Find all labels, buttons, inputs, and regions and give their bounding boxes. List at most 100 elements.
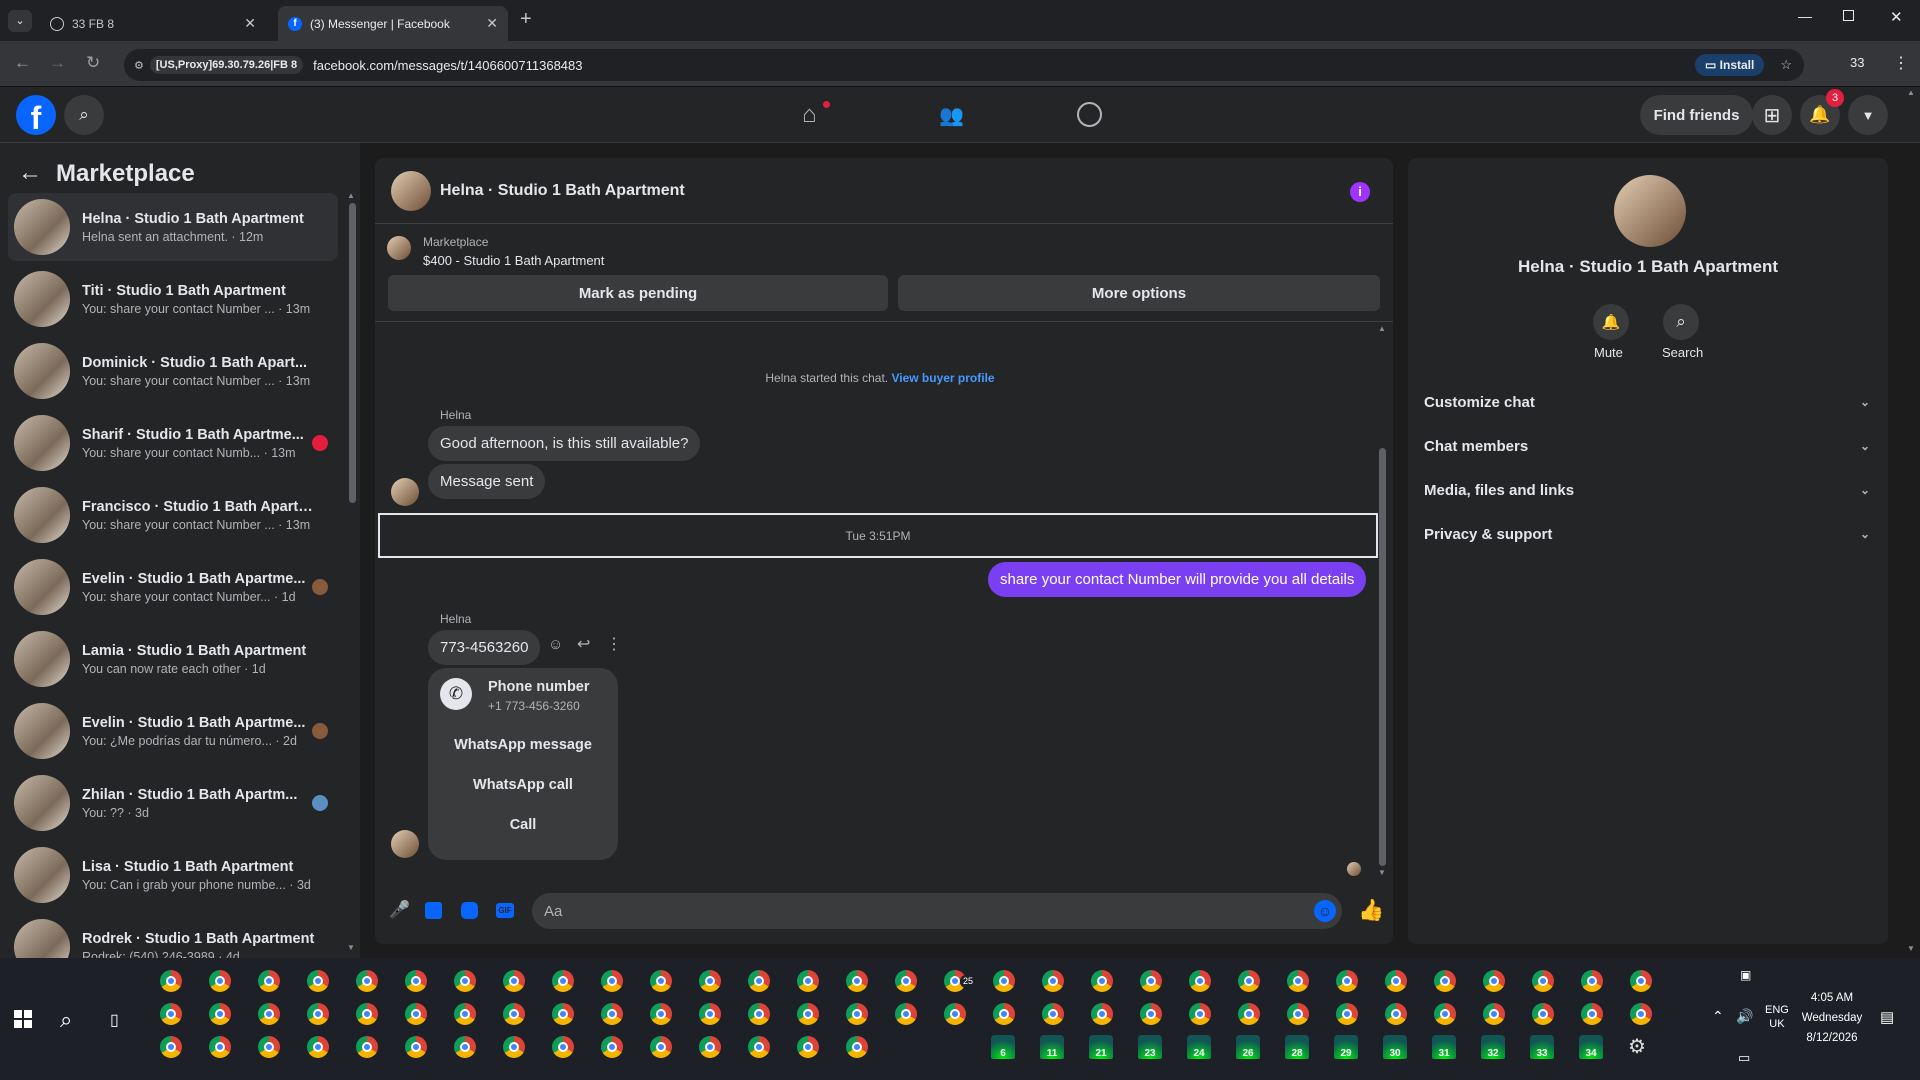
chrome-profile-icon[interactable]: [356, 1036, 378, 1058]
language-indicator[interactable]: ENG UK: [1765, 1003, 1789, 1031]
conversation-item[interactable]: Titi · Studio 1 Bath Apartment You: share…: [8, 265, 338, 333]
url-bar[interactable]: ⚙ [US,Proxy]69.30.79.26|FB 8 facebook.co…: [124, 49, 1804, 81]
meet-now-icon[interactable]: ▣: [1740, 968, 1751, 982]
forward-icon[interactable]: →: [49, 53, 66, 73]
chrome-profile-icon[interactable]: [1140, 1003, 1162, 1025]
clock[interactable]: 4:05 AM Wednesday 8/12/2026: [1792, 988, 1872, 1048]
chrome-profile-icon[interactable]: [993, 970, 1015, 992]
chrome-profile-icon[interactable]: [797, 1036, 819, 1058]
chrome-profile-icon[interactable]: [160, 1003, 182, 1025]
chrome-profile-icon[interactable]: [846, 970, 868, 992]
sidebar-scrollbar[interactable]: [349, 203, 356, 503]
back-icon[interactable]: ←: [14, 53, 31, 73]
browser-menu-icon[interactable]: ⋮: [1893, 53, 1909, 73]
chrome-profile-icon[interactable]: [748, 1036, 770, 1058]
numbered-profile-tile[interactable]: 28: [1285, 1035, 1309, 1059]
scroll-down-arrow[interactable]: ▼: [347, 943, 355, 952]
chrome-profile-icon[interactable]: [209, 1003, 231, 1025]
conversation-item[interactable]: Evelin · Studio 1 Bath Apartme... You: sh…: [8, 553, 338, 621]
photo-icon[interactable]: [425, 902, 442, 919]
chrome-profile-icon[interactable]: [503, 970, 525, 992]
reply-icon[interactable]: ↩: [577, 634, 590, 654]
numbered-profile-tile[interactable]: 32: [1481, 1035, 1505, 1059]
info-icon[interactable]: i: [1350, 182, 1370, 202]
chrome-profile-icon[interactable]: [797, 1003, 819, 1025]
chat-members-section[interactable]: Chat members ⌄: [1424, 424, 1870, 468]
account-chevron-icon[interactable]: ▼: [1848, 95, 1888, 135]
numbered-profile-tile[interactable]: 26: [1236, 1035, 1260, 1059]
close-window-button[interactable]: ✕: [1890, 8, 1903, 26]
chrome-profile-icon[interactable]: [1140, 970, 1162, 992]
chat-scrollbar[interactable]: [1379, 448, 1386, 866]
chrome-profile-icon[interactable]: [699, 1003, 721, 1025]
chrome-profile-icon[interactable]: [307, 1036, 329, 1058]
sticker-icon[interactable]: [461, 902, 478, 919]
apps-grid-icon[interactable]: ⊞: [1752, 95, 1792, 135]
chrome-profile-icon[interactable]: [895, 970, 917, 992]
more-actions-icon[interactable]: ⋮: [606, 634, 622, 654]
chrome-profile-icon[interactable]: [307, 1003, 329, 1025]
close-icon[interactable]: ✕: [486, 15, 498, 32]
close-icon[interactable]: ✕: [244, 15, 256, 32]
chrome-profile-icon[interactable]: [650, 1036, 672, 1058]
chrome-profile-icon[interactable]: [405, 1003, 427, 1025]
chrome-profile-icon[interactable]: [601, 1003, 623, 1025]
chrome-profile-icon[interactable]: [1434, 970, 1456, 992]
chrome-profile-icon[interactable]: [1336, 1003, 1358, 1025]
tab-search-icon[interactable]: ⌄: [8, 10, 32, 32]
volume-icon[interactable]: 🔊: [1736, 1008, 1753, 1025]
chat-title[interactable]: Helna · Studio 1 Bath Apartment: [440, 182, 685, 200]
chrome-profile-icon[interactable]: [748, 970, 770, 992]
profile-label[interactable]: 33: [1850, 55, 1864, 70]
numbered-profile-tile[interactable]: 34: [1579, 1035, 1603, 1059]
tab-messenger[interactable]: f (3) Messenger | Facebook ✕: [278, 6, 508, 41]
scroll-down-arrow[interactable]: ▼: [1378, 868, 1386, 877]
chrome-profile-icon[interactable]: [209, 970, 231, 992]
microphone-icon[interactable]: 🎤: [389, 900, 410, 920]
thumbs-up-icon[interactable]: 👍: [1358, 899, 1384, 923]
conversation-item[interactable]: Lamia · Studio 1 Bath Apartment You can n…: [8, 625, 338, 693]
site-info-icon[interactable]: ⚙: [134, 59, 144, 72]
chrome-profile-icon[interactable]: [454, 1036, 476, 1058]
search-icon[interactable]: ⌕: [60, 1007, 72, 1033]
message-bubble[interactable]: Message sent: [428, 464, 546, 499]
chrome-profile-icon[interactable]: [1581, 1003, 1603, 1025]
chrome-profile-icon[interactable]: [1630, 970, 1652, 992]
chrome-profile-icon[interactable]: [1042, 970, 1064, 992]
chrome-profile-icon[interactable]: [1042, 1003, 1064, 1025]
friends-icon[interactable]: 👥: [939, 103, 964, 128]
numbered-profile-tile[interactable]: 11: [1040, 1035, 1064, 1059]
chrome-profile-icon[interactable]: [1336, 970, 1358, 992]
restore-button[interactable]: [1843, 10, 1854, 21]
mark-pending-button[interactable]: Mark as pending: [388, 275, 888, 311]
whatsapp-message-button[interactable]: WhatsApp message: [428, 728, 618, 762]
chrome-profile-icon[interactable]: [552, 970, 574, 992]
conversation-item[interactable]: Lisa · Studio 1 Bath Apartment You: Can i…: [8, 841, 338, 909]
chrome-profile-icon[interactable]: [160, 970, 182, 992]
whatsapp-call-button[interactable]: WhatsApp call: [428, 768, 618, 802]
chrome-profile-icon[interactable]: [1238, 970, 1260, 992]
chrome-profile-icon[interactable]: [503, 1036, 525, 1058]
chrome-profile-icon[interactable]: [1091, 970, 1113, 992]
home-icon[interactable]: ⌂: [802, 101, 817, 129]
more-options-button[interactable]: More options: [898, 275, 1380, 311]
search-icon[interactable]: ⌕: [1663, 304, 1699, 340]
settings-gear-icon[interactable]: ⚙: [1628, 1034, 1646, 1059]
gif-icon[interactable]: GIF: [496, 903, 514, 918]
chrome-profile-icon[interactable]: [405, 970, 427, 992]
chrome-profile-icon[interactable]: [748, 1003, 770, 1025]
scroll-up-arrow[interactable]: ▲: [1378, 324, 1386, 333]
scroll-up-arrow[interactable]: ▲: [347, 191, 355, 200]
chrome-profile-icon[interactable]: [356, 970, 378, 992]
facebook-logo-icon[interactable]: f: [16, 95, 56, 135]
chrome-profile-icon[interactable]: [1287, 970, 1309, 992]
chrome-profile-icon[interactable]: [258, 1003, 280, 1025]
tab-33-fb-8[interactable]: 33 FB 8 ✕: [40, 6, 266, 41]
numbered-profile-tile[interactable]: 31: [1432, 1035, 1456, 1059]
chrome-profile-icon[interactable]: [1532, 970, 1554, 992]
chrome-profile-icon[interactable]: [307, 970, 329, 992]
emoji-icon[interactable]: ☺: [1314, 900, 1336, 922]
react-icon[interactable]: ☺: [548, 636, 563, 653]
chrome-profile-icon[interactable]: [846, 1036, 868, 1058]
chrome-profile-icon[interactable]: [552, 1003, 574, 1025]
